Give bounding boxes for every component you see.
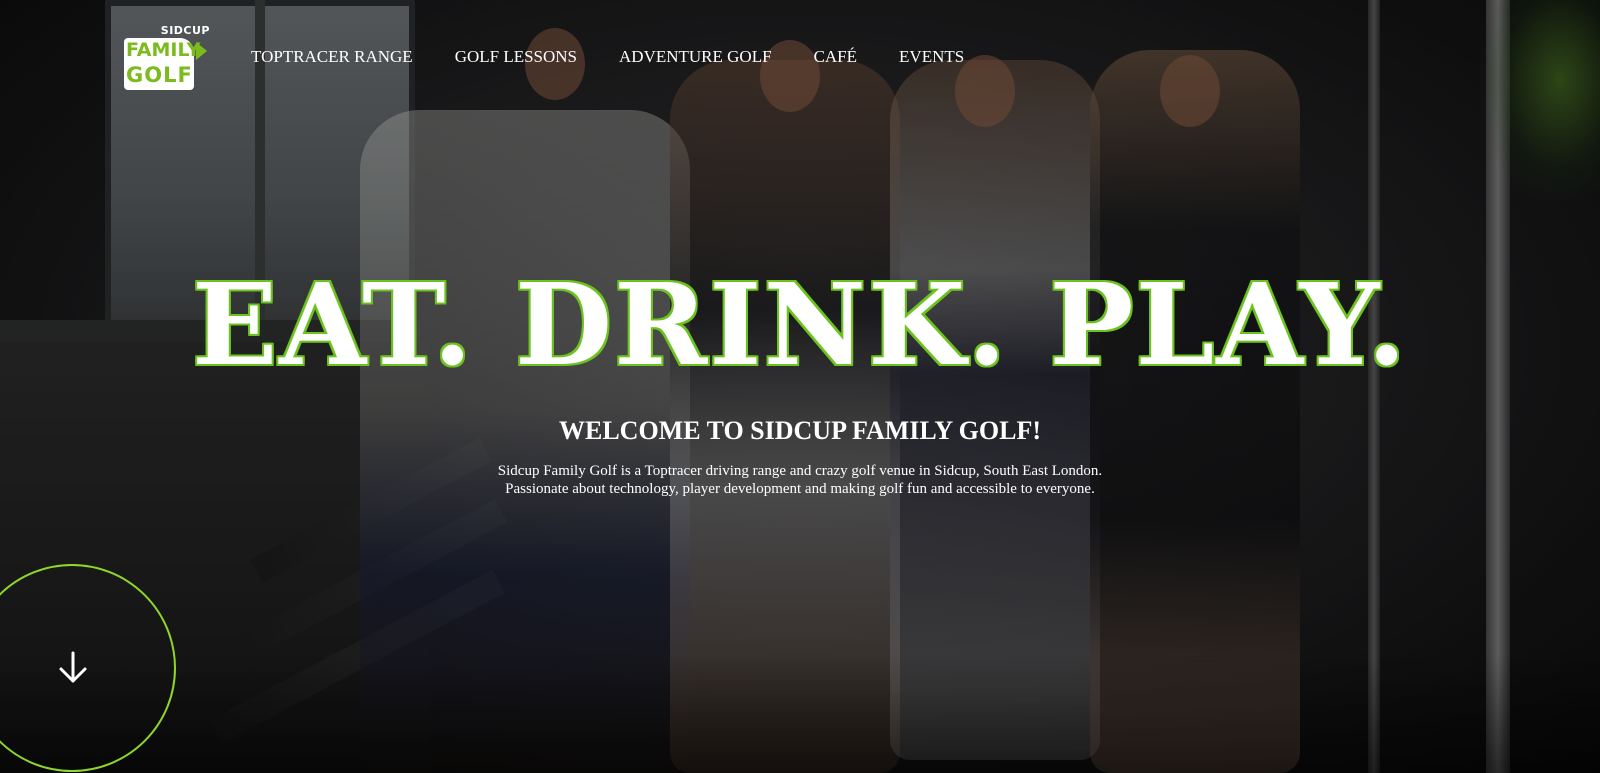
- nav-item-adventure-golf[interactable]: ADVENTURE GOLF: [619, 47, 772, 67]
- nav-item-golf-lessons[interactable]: GOLF LESSONS: [455, 47, 577, 67]
- hero-description-line: Sidcup Family Golf is a Toptracer drivin…: [497, 463, 1103, 479]
- logo-line2: GOLF: [126, 63, 193, 87]
- logo-line1: FAMILY: [126, 39, 201, 61]
- hero-subtitle: WELCOME TO SIDCUP FAMILY GOLF!: [558, 416, 1042, 445]
- hero-description: Sidcup Family Golf is a Toptracer drivin…: [0, 462, 1600, 498]
- nav-item-events[interactable]: EVENTS: [899, 47, 964, 67]
- hero-title: EAT. DRINK. PLAY.: [191, 260, 1409, 391]
- nav-item-toptracer-range[interactable]: TOPTRACER RANGE: [251, 47, 413, 67]
- site-logo[interactable]: SIDCUP FAMILY GOLF: [124, 24, 210, 90]
- nav-item-cafe[interactable]: CAFÉ: [814, 47, 857, 67]
- arrow-down-icon[interactable]: [56, 650, 90, 686]
- page: SIDCUP FAMILY GOLF TOPTRACER RANGE GOLF …: [0, 0, 1600, 773]
- main-nav: TOPTRACER RANGE GOLF LESSONS ADVENTURE G…: [251, 47, 1006, 67]
- logo-top-text: SIDCUP: [160, 24, 210, 37]
- hero-description-line: Passionate about technology, player deve…: [505, 481, 1095, 497]
